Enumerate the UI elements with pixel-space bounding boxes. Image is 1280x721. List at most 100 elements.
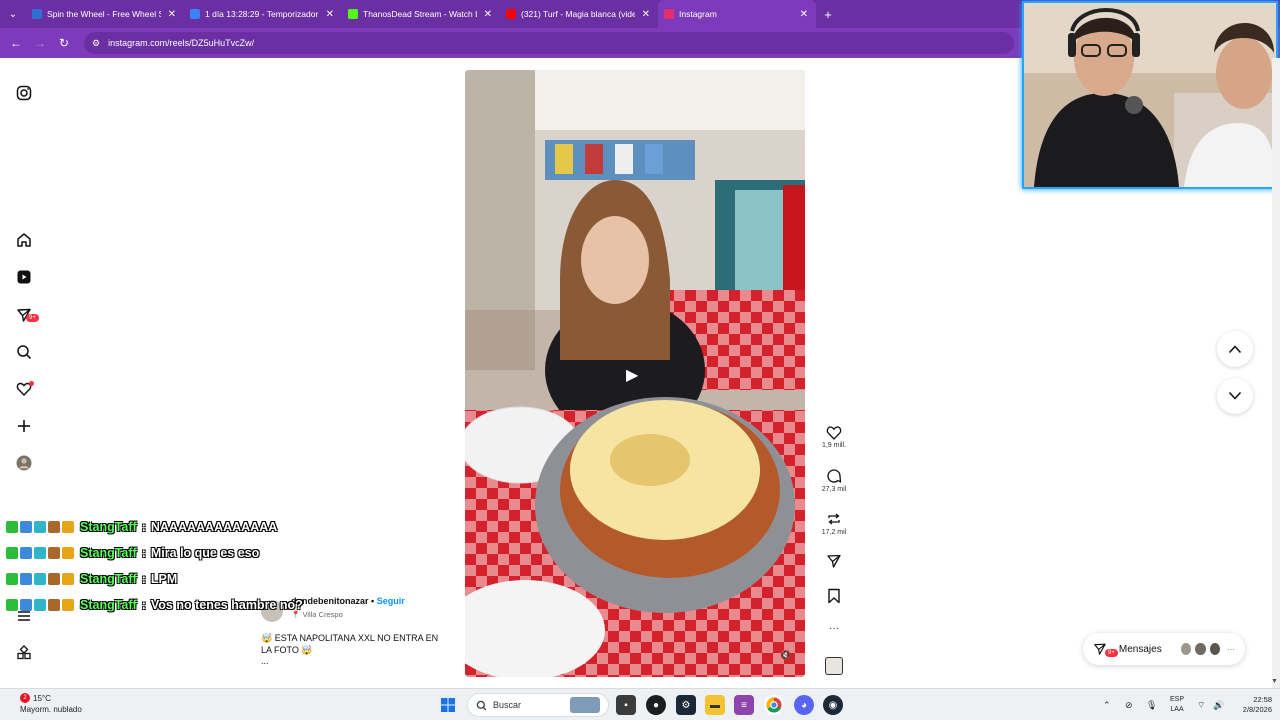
chat-text: Vos no tenes hambre no?	[150, 598, 303, 612]
site-info-icon[interactable]: ⚙	[92, 38, 100, 49]
tab-search-icon[interactable]: ⌄	[0, 0, 26, 28]
chat-text: NAAAAAAAAAAAAA	[150, 520, 278, 534]
browser-tab[interactable]: ThanosDead Stream - Watch Liv ✕	[342, 0, 500, 28]
chat-badge-icon	[20, 547, 32, 559]
keyboard-layout: LAA	[1170, 706, 1184, 713]
new-tab-button[interactable]: +	[816, 7, 840, 22]
chevron-up-icon	[1228, 345, 1242, 354]
next-reel-button[interactable]	[1217, 378, 1253, 414]
follow-button[interactable]: Seguir	[377, 596, 405, 606]
tab-title: ThanosDead Stream - Watch Liv	[363, 9, 477, 19]
obs-icon[interactable]: ●	[646, 695, 666, 715]
windows-taskbar: 2 15°C Mayorm. nublado Buscar ▪ ● ⚙ ▬ ≡ …	[0, 688, 1280, 720]
weather-widget[interactable]: 2 15°C Mayorm. nublado	[20, 693, 82, 715]
chat-badge-icon	[48, 547, 60, 559]
url-text: instagram.com/reels/DZ5uHuTvcZw/	[108, 38, 255, 48]
wifi-icon[interactable]: ⌔	[1197, 689, 1205, 721]
browser-tab[interactable]: 1 día 13:28:29 - Temporizador C ✕	[184, 0, 342, 28]
chat-username: StangTaff	[80, 572, 137, 586]
instagram-logo-icon[interactable]	[14, 83, 34, 103]
close-tab-icon[interactable]: ✕	[640, 9, 652, 20]
create-icon[interactable]	[14, 416, 34, 436]
close-tab-icon[interactable]: ✕	[798, 9, 810, 20]
browser-tab[interactable]: Spin the Wheel - Free Wheel Sp ✕	[26, 0, 184, 28]
audio-thumbnail[interactable]	[825, 657, 843, 675]
language-code: ESP	[1170, 696, 1185, 703]
chat-username: StangTaff	[80, 546, 137, 560]
reels-icon[interactable]	[14, 267, 34, 287]
tab-favicon-icon	[190, 9, 200, 19]
steam-icon[interactable]: ⚙	[676, 695, 696, 715]
page-scrollbar[interactable]	[1272, 58, 1280, 688]
messages-more: ···	[1226, 644, 1235, 654]
taskbar-search[interactable]: Buscar	[467, 693, 609, 717]
back-icon[interactable]: ←	[4, 36, 28, 50]
browser-tab[interactable]: Instagram ✕	[658, 0, 816, 28]
stream-chat-overlay: StangTaff: NAAAAAAAAAAAAA StangTaff: Mira l…	[6, 514, 326, 618]
chat-badge-icon	[62, 573, 74, 585]
task-view-icon[interactable]: ▪	[616, 695, 636, 715]
more-options-icon[interactable]: ···	[820, 623, 848, 634]
search-icon[interactable]	[14, 342, 34, 362]
microphone-icon[interactable]: 🎙	[1146, 689, 1157, 721]
caption-more[interactable]: ...	[261, 656, 269, 666]
chat-badge-icon	[48, 521, 60, 533]
home-icon[interactable]	[14, 230, 34, 250]
chat-badge-icon	[6, 573, 18, 585]
chat-message: StangTaff: LPM	[6, 566, 326, 592]
previous-reel-button[interactable]	[1217, 331, 1253, 367]
close-tab-icon[interactable]: ✕	[324, 9, 336, 20]
share-action[interactable]	[820, 553, 848, 569]
notification-dot	[29, 381, 34, 386]
comment-action[interactable]: 27,3 mil	[820, 468, 848, 493]
more-apps-icon[interactable]	[14, 643, 34, 663]
file-explorer-icon[interactable]: ▬	[705, 695, 725, 715]
chat-message: StangTaff: Mira lo que es eso	[6, 540, 326, 566]
tab-title: Instagram	[679, 9, 717, 19]
browser-tab[interactable]: (321) Turf - Magia blanca (vide ✕	[500, 0, 658, 28]
tab-favicon-icon	[506, 9, 516, 19]
reload-icon[interactable]: ↻	[52, 36, 76, 50]
close-tab-icon[interactable]: ✕	[482, 9, 494, 20]
mute-icon[interactable]: 🔇	[780, 650, 791, 661]
chat-badge-icon	[48, 599, 60, 611]
chat-badge-icon	[34, 573, 46, 585]
network-off-icon[interactable]: ⊘	[1125, 689, 1133, 721]
chrome-icon[interactable]	[764, 695, 784, 715]
streaming-app-icon[interactable]: ≡	[734, 695, 754, 715]
chat-badge-icon	[20, 599, 32, 611]
address-bar[interactable]: ⚙ instagram.com/reels/DZ5uHuTvcZw/	[84, 32, 1014, 54]
volume-icon[interactable]: 🔊	[1213, 689, 1224, 721]
like-action[interactable]: 1,9 mill.	[820, 425, 848, 449]
messages-button[interactable]: 9+ Mensajes ···	[1083, 633, 1245, 665]
discord-icon[interactable]: ◕	[794, 695, 814, 715]
chat-badge-icon	[34, 547, 46, 559]
chat-badge-icon	[34, 521, 46, 533]
tab-favicon-icon	[348, 9, 358, 19]
avatar	[1179, 642, 1193, 656]
clock-time: 22:58	[1253, 695, 1272, 704]
tray-overflow-icon[interactable]: ⌃	[1103, 689, 1111, 721]
steam-client-icon[interactable]: ◉	[823, 695, 843, 715]
language-indicator[interactable]: ESP LAA	[1170, 695, 1184, 715]
repost-action[interactable]: 17,2 mil	[820, 511, 848, 536]
system-clock[interactable]: 22:58 2/8/2026	[1230, 695, 1272, 715]
profile-avatar-icon[interactable]	[14, 453, 34, 473]
chat-separator: :	[141, 520, 146, 534]
bookmark-icon[interactable]	[820, 588, 848, 604]
scroll-down-icon[interactable]: ▼	[1271, 678, 1278, 685]
chat-badge-icon	[6, 599, 18, 611]
comment-icon[interactable]	[820, 468, 848, 484]
chat-badge-icon	[62, 599, 74, 611]
save-action[interactable]	[820, 588, 848, 604]
forward-icon[interactable]: →	[28, 36, 52, 50]
repost-count: 17,2 mil	[821, 529, 847, 536]
share-icon[interactable]	[820, 553, 848, 569]
heart-icon[interactable]	[820, 425, 848, 440]
windows-start-icon[interactable]	[438, 695, 458, 715]
tab-title: (321) Turf - Magia blanca (vide	[521, 9, 635, 19]
close-tab-icon[interactable]: ✕	[166, 9, 178, 20]
search-highlight-image	[570, 697, 600, 713]
repost-icon[interactable]	[820, 511, 848, 527]
play-icon[interactable]: ▶	[626, 365, 638, 385]
